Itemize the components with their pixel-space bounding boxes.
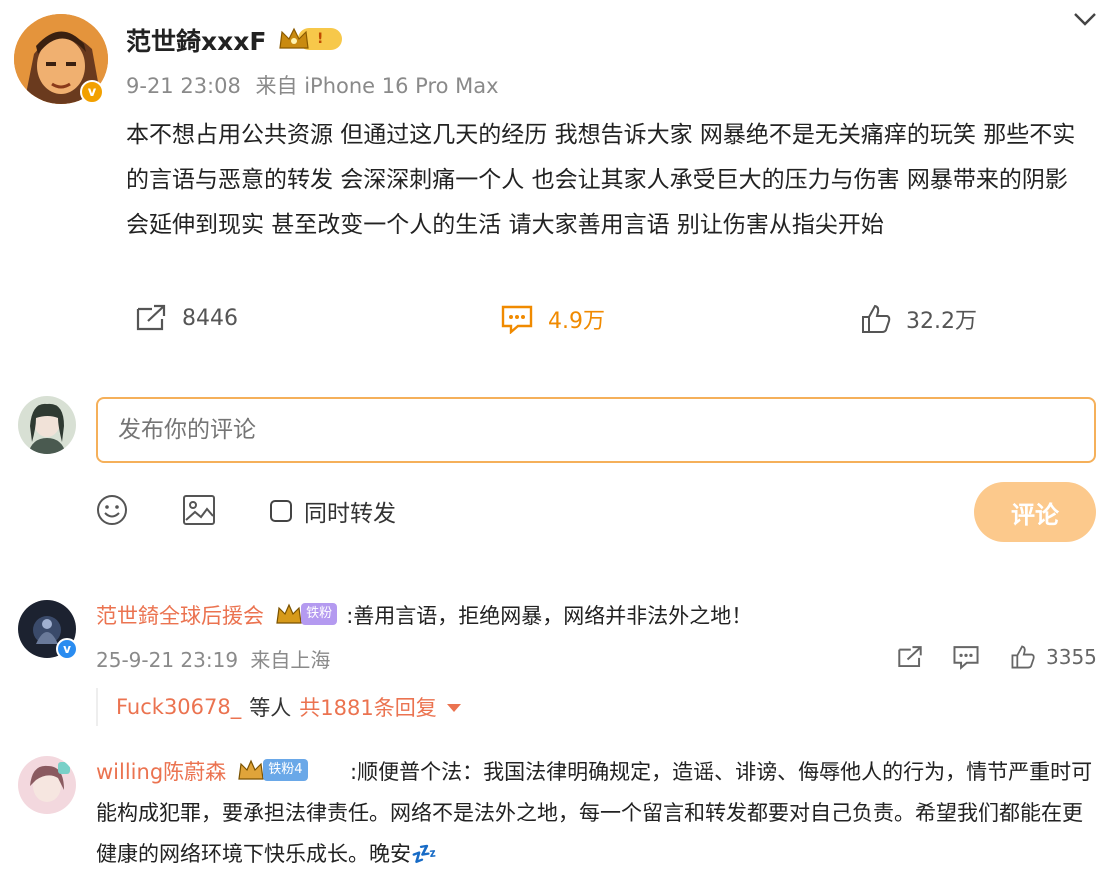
repost-checkbox-label: 同时转发 — [304, 501, 396, 527]
repost-icon — [136, 304, 166, 331]
verified-icon: v — [56, 638, 78, 660]
caret-down-icon — [446, 704, 461, 712]
reply-total[interactable]: 共1881条回复 — [299, 692, 436, 722]
fan-badge: 铁粉 — [275, 603, 338, 625]
comment-text: :顺便普个法：我国法律明确规定，造谣、诽谤、侮辱他人的行为，情节严重时可能构成犯… — [96, 752, 1096, 875]
post-text: 本不想占用公共资源 但通过这几天的经历 我想告诉大家 网暴绝不是无关痛痒的玩笑 … — [126, 122, 1076, 238]
comment-text-body: :顺便普个法：我国法律明确规定，造谣、诽谤、侮辱他人的行为，情节严重时可能构成犯… — [96, 760, 1093, 866]
comment-like-button[interactable]: 3355 — [1010, 644, 1097, 670]
comment-like-count: 3355 — [1046, 645, 1097, 669]
crown-icon — [276, 603, 302, 624]
chevron-down-icon[interactable] — [1072, 8, 1098, 30]
emoji-icon[interactable] — [96, 494, 128, 530]
crown-badge-mark: ! — [317, 31, 324, 47]
like-button[interactable]: 32.2万 — [860, 303, 977, 335]
verified-icon: v — [80, 80, 104, 104]
post-timestamp: 9-21 23:08 — [126, 74, 241, 98]
post-meta: 9-21 23:08 来自 iPhone 16 Pro Max — [126, 70, 499, 100]
reply-middle-text: 等人 — [249, 696, 292, 720]
submit-comment-button[interactable]: 评论 — [974, 482, 1096, 542]
comment-reply-icon[interactable] — [952, 644, 980, 670]
comment-button[interactable]: 4.9万 — [500, 303, 605, 335]
comment-meta: 25-9-21 23:19 来自上海 — [96, 644, 330, 673]
post-source: 来自 iPhone 16 Pro Max — [255, 74, 499, 98]
post-author-name[interactable]: 范世錡xxxF — [126, 22, 266, 58]
fan-badge-label: 铁粉 — [301, 603, 338, 625]
comment-icon — [501, 305, 533, 334]
comment-count: 4.9万 — [548, 309, 605, 334]
checkbox-box[interactable] — [270, 500, 292, 522]
crown-badge-icon: ! — [278, 26, 344, 52]
comment-username[interactable]: 范世錡全球后援会 — [96, 604, 264, 628]
comment-header: 范世錡全球后援会 铁粉 :善用言语，拒绝网暴，网络并非法外之地！ — [96, 600, 752, 630]
repost-count: 8446 — [182, 305, 238, 331]
like-count: 32.2万 — [906, 309, 977, 334]
thumbs-up-icon — [1011, 645, 1035, 669]
comment-share-icon[interactable] — [896, 644, 924, 670]
reply-username[interactable]: Fuck30678_ — [116, 695, 241, 719]
image-icon[interactable] — [182, 494, 216, 530]
repost-checkbox[interactable]: 同时转发 — [270, 494, 396, 528]
comment-time: 25-9-21 23:19 — [96, 648, 239, 672]
comment-input[interactable] — [96, 397, 1096, 463]
comment-avatar[interactable] — [18, 756, 76, 814]
thumbs-up-icon — [862, 304, 891, 333]
view-replies-link[interactable]: Fuck30678_ 等人 共1881条回复 — [96, 688, 461, 726]
repost-button[interactable]: 8446 — [134, 303, 238, 333]
current-user-avatar[interactable] — [18, 396, 76, 454]
comment-text: :善用言语，拒绝网暴，网络并非法外之地！ — [346, 604, 753, 628]
comment-location: 来自上海 — [250, 648, 331, 672]
